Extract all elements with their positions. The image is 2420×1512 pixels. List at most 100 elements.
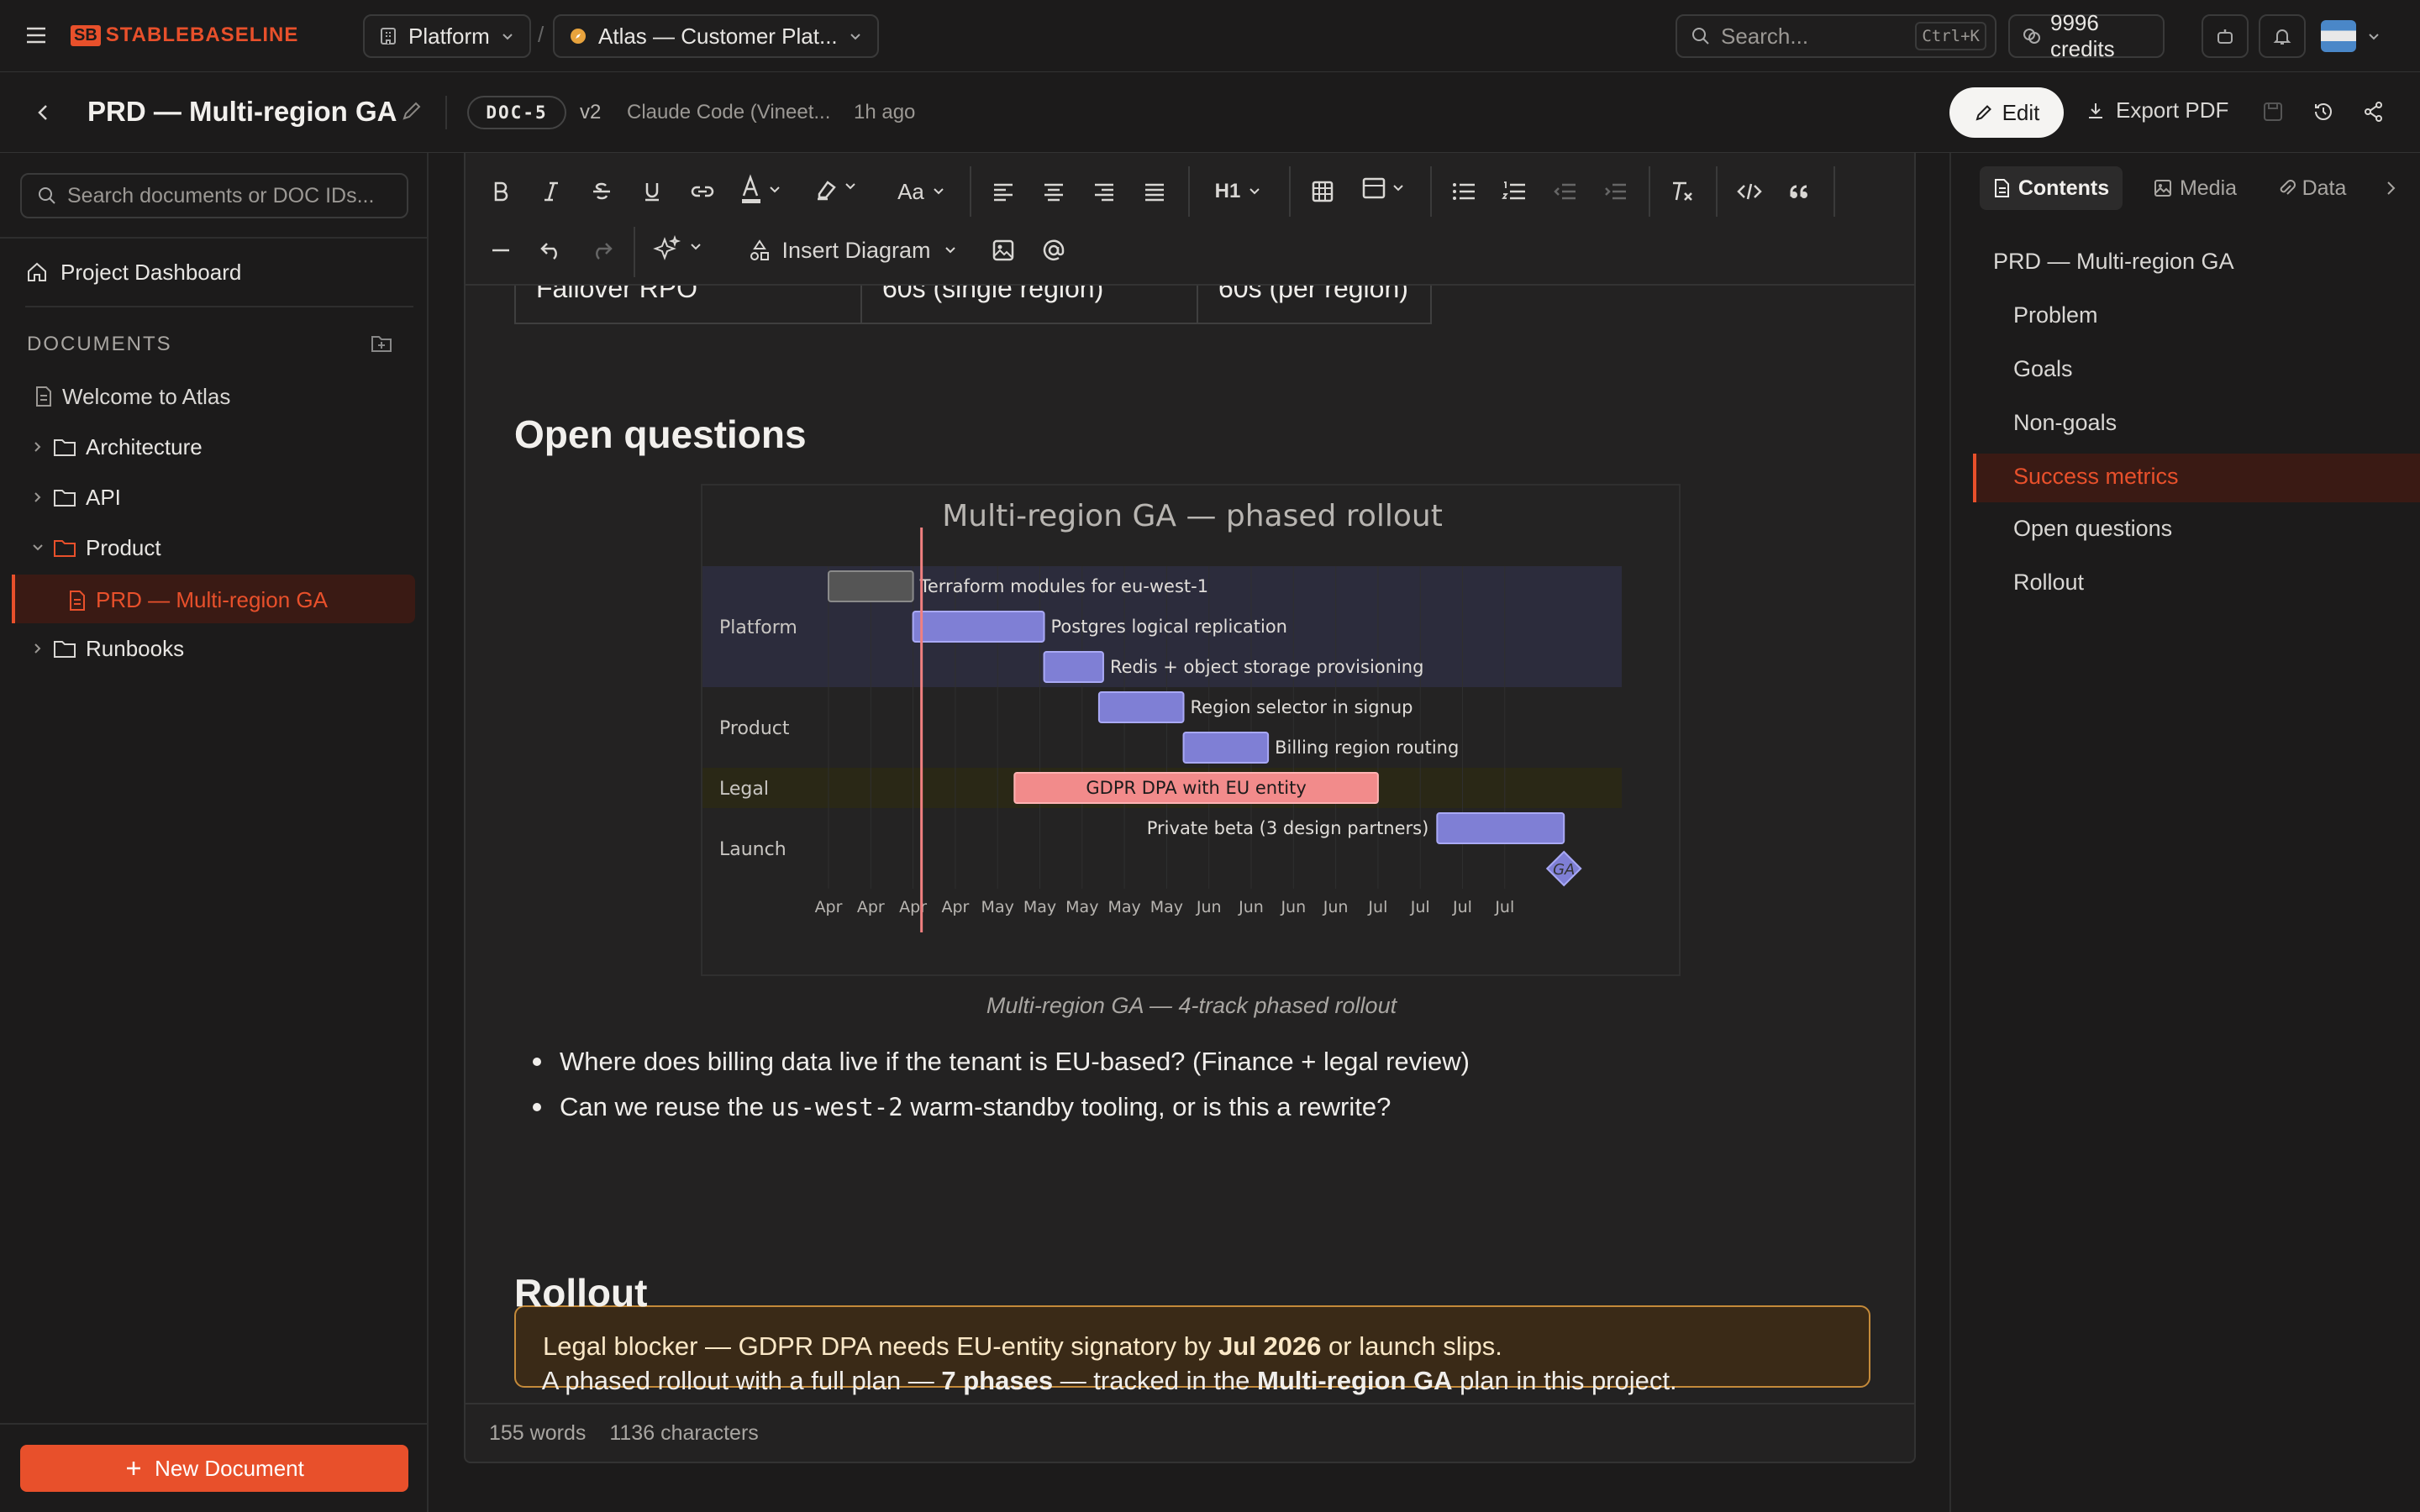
underline-icon[interactable] xyxy=(635,173,669,210)
insert-diagram-dropdown[interactable]: Insert Diagram xyxy=(731,232,975,269)
credits-badge[interactable]: 9996 credits xyxy=(2008,10,2165,61)
clear-format-icon[interactable] xyxy=(1665,173,1699,210)
ai-sparkle-icon[interactable] xyxy=(647,228,714,270)
quote-icon[interactable] xyxy=(1783,173,1817,210)
insert-diagram-label: Insert Diagram xyxy=(781,237,931,263)
notifications-button[interactable] xyxy=(2259,14,2306,58)
table-icon[interactable] xyxy=(1306,173,1339,210)
toc-item[interactable]: Problem xyxy=(2013,302,2098,328)
strikethrough-icon[interactable] xyxy=(585,173,618,210)
list-item: Where does billing data live if the tena… xyxy=(514,1047,1470,1077)
indent-icon[interactable] xyxy=(1598,173,1632,210)
mention-icon[interactable] xyxy=(1037,232,1071,269)
tab-data[interactable]: Data xyxy=(2257,166,2366,210)
outdent-icon[interactable] xyxy=(1548,173,1581,210)
document-title[interactable]: PRD — Multi-region GA xyxy=(87,96,397,128)
toc-item[interactable]: Rollout xyxy=(2013,570,2084,596)
user-menu[interactable] xyxy=(2321,20,2381,52)
tab-contents[interactable]: Contents xyxy=(1980,166,2123,210)
project-switcher[interactable]: Atlas — Customer Plat... xyxy=(553,14,879,58)
brand-logo[interactable]: SB STABLEBASELINE xyxy=(71,24,298,47)
file-text-icon xyxy=(1993,177,2012,199)
history-icon[interactable] xyxy=(2312,101,2334,123)
toc-item-active[interactable]: Success metrics xyxy=(1973,454,2420,502)
undo-icon[interactable] xyxy=(534,232,568,269)
pencil-icon[interactable] xyxy=(400,99,424,123)
building-icon xyxy=(378,26,398,46)
sidebar-search[interactable]: Search documents or DOC IDs... xyxy=(20,173,408,218)
heading-rollout: Rollout xyxy=(514,1271,648,1315)
shortcut-badge: Ctrl+K xyxy=(1915,22,1986,50)
pencil-icon xyxy=(1974,102,1994,123)
list-item-text: Where does billing data live if the tena… xyxy=(560,1047,1470,1076)
toc-item[interactable]: PRD — Multi-region GA xyxy=(1993,249,2234,275)
sidebar-item-product[interactable]: Product xyxy=(30,522,447,573)
global-search[interactable]: Search... Ctrl+K xyxy=(1676,14,1996,58)
sidebar-item-runbooks[interactable]: Runbooks xyxy=(30,623,447,674)
x-tick-label: Apr xyxy=(941,898,969,916)
text-color-icon[interactable] xyxy=(734,170,793,212)
search-icon xyxy=(1691,26,1711,46)
metrics-table: Failover RPO 60s (single region) 60s (pe… xyxy=(514,286,1432,324)
share-icon[interactable] xyxy=(2363,101,2385,123)
link-icon[interactable] xyxy=(686,173,719,210)
chevron-down-icon xyxy=(931,184,946,199)
section-label: Product xyxy=(719,718,790,739)
redo-icon[interactable] xyxy=(585,232,618,269)
horizontal-rule-icon[interactable] xyxy=(484,232,518,269)
x-tick-label: May xyxy=(1150,898,1183,916)
align-right-icon[interactable] xyxy=(1087,173,1121,210)
image-icon[interactable] xyxy=(986,232,1020,269)
back-icon[interactable] xyxy=(34,101,54,124)
save-icon[interactable] xyxy=(2262,101,2284,123)
project-dashboard-link[interactable]: Project Dashboard xyxy=(25,247,442,297)
heading-dropdown[interactable]: H1 xyxy=(1205,173,1272,210)
align-center-icon[interactable] xyxy=(1037,173,1071,210)
layout-icon[interactable] xyxy=(1356,170,1415,212)
divider xyxy=(445,96,447,129)
divider xyxy=(634,227,635,277)
paragraph-bold[interactable]: Multi-region GA xyxy=(1257,1366,1452,1395)
numbered-list-icon[interactable] xyxy=(1497,173,1531,210)
bot-button[interactable] xyxy=(2202,14,2249,58)
align-justify-icon[interactable] xyxy=(1138,173,1171,210)
sidebar-item-prd-active[interactable]: PRD — Multi-region GA xyxy=(12,575,415,623)
bold-icon[interactable] xyxy=(484,173,518,210)
bar-label: Private beta (3 design partners) xyxy=(1147,818,1429,838)
new-document-label: New Document xyxy=(155,1455,304,1481)
workspace-switcher[interactable]: Platform xyxy=(363,14,531,58)
gantt-chart[interactable]: Multi-region GA — phased rollout Platform… xyxy=(701,484,1681,976)
project-label: Atlas — Customer Plat... xyxy=(598,23,838,49)
file-icon xyxy=(67,589,87,612)
font-size-dropdown[interactable]: Aa xyxy=(891,173,953,210)
toc-item[interactable]: Open questions xyxy=(2013,516,2172,542)
bullet-list-icon[interactable] xyxy=(1447,173,1481,210)
folder-icon xyxy=(52,436,77,458)
menu-icon[interactable] xyxy=(25,25,47,45)
breadcrumb-separator: / xyxy=(538,22,544,47)
bar-label: Region selector in signup xyxy=(1191,697,1413,717)
edit-button[interactable]: Edit xyxy=(1949,87,2064,138)
sidebar-item-api[interactable]: API xyxy=(30,472,447,522)
italic-icon[interactable] xyxy=(534,173,568,210)
sidebar: Search documents or DOC IDs... Project D… xyxy=(0,153,429,1512)
highlight-icon[interactable] xyxy=(810,170,869,212)
toc-item[interactable]: Non-goals xyxy=(2013,410,2117,436)
tab-media[interactable]: Media xyxy=(2136,166,2254,210)
new-folder-icon[interactable] xyxy=(370,333,393,354)
x-tick-label: Jul xyxy=(1367,898,1387,916)
sidebar-item-welcome[interactable]: Welcome to Atlas xyxy=(34,371,450,422)
folder-icon xyxy=(52,638,77,659)
sidebar-item-architecture[interactable]: Architecture xyxy=(30,422,447,472)
export-pdf-button[interactable]: Export PDF xyxy=(2086,97,2228,123)
collapse-panel-icon[interactable] xyxy=(2383,178,2398,198)
new-document-button[interactable]: New Document xyxy=(20,1445,408,1492)
toc-item[interactable]: Goals xyxy=(2013,356,2073,382)
align-left-icon[interactable] xyxy=(986,173,1020,210)
divider xyxy=(970,166,971,217)
chevron-down-icon xyxy=(30,540,45,555)
code-icon[interactable] xyxy=(1733,173,1766,210)
avatar xyxy=(2321,20,2356,52)
bullet-dot xyxy=(533,1103,541,1111)
sidebar-item-label: PRD — Multi-region GA xyxy=(96,587,328,612)
